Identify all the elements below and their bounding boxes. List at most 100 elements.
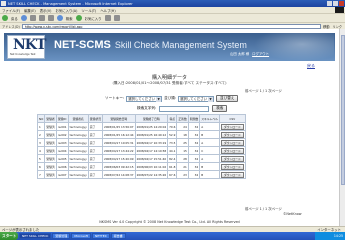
cell-correct: 21 bbox=[176, 162, 189, 171]
col-header-score: 得点 bbox=[167, 114, 178, 123]
scroll-thumb[interactable] bbox=[340, 35, 345, 185]
cell-end: 2008/04/17 14:10:58 bbox=[134, 146, 169, 155]
links-button[interactable]: リンク bbox=[332, 24, 342, 29]
table-header-row: NO 受験者 受験ID 受験者名 受験状況 受験開始日時 受験終了日時 得点 正… bbox=[36, 114, 246, 123]
cell-score: 52.9 bbox=[167, 130, 178, 139]
window-controls bbox=[327, 1, 344, 6]
sort-key-select[interactable]: 選択してください bbox=[126, 95, 163, 102]
cell-total: 34 bbox=[187, 170, 201, 179]
cell-csv: ダウンロード bbox=[218, 122, 246, 131]
minimize-icon[interactable] bbox=[327, 1, 332, 6]
taskbar-item[interactable]: 報告書 bbox=[110, 233, 126, 239]
col-header-id: 受験ID bbox=[55, 114, 69, 123]
cell-correct: 18 bbox=[176, 130, 189, 139]
back-link[interactable]: 戻る bbox=[307, 63, 315, 69]
user-info: 山田 太郎 様ログアウト bbox=[230, 51, 269, 56]
table-row: 4 受験済 nu004 technologyy 完了 2008/04/17 13:44:2… bbox=[36, 146, 246, 155]
maximize-icon[interactable] bbox=[333, 1, 338, 6]
menu-edit[interactable]: 編集(E) bbox=[24, 8, 36, 13]
cell-total: 34 bbox=[187, 146, 201, 155]
cell-start: 2008/07/22 14:08:37 bbox=[101, 170, 136, 179]
cell-total: 34 bbox=[187, 162, 201, 171]
cell-correct: 23 bbox=[176, 170, 189, 179]
download-button[interactable]: ダウンロード bbox=[220, 155, 244, 162]
download-button[interactable]: ダウンロード bbox=[220, 131, 244, 138]
cell-level: B bbox=[199, 130, 220, 139]
cell-end: 2008/01/25 16:40:12 bbox=[134, 130, 169, 139]
download-button[interactable]: ダウンロード bbox=[220, 139, 244, 146]
cell-no: 6 bbox=[36, 162, 46, 171]
app-brand: NET-SCMS Skill Check Management System bbox=[54, 39, 247, 51]
col-header-level: スキルレベル bbox=[199, 114, 220, 123]
search-label[interactable]: 検索 bbox=[66, 16, 73, 21]
cell-state: 完了 bbox=[87, 122, 103, 131]
sort-order-select[interactable]: 選択してください bbox=[178, 95, 215, 102]
cell-score: 73.5 bbox=[167, 138, 178, 147]
refresh-icon[interactable] bbox=[38, 15, 45, 21]
menu-help[interactable]: ヘルプ(H) bbox=[100, 8, 115, 13]
search-icon[interactable] bbox=[56, 15, 63, 21]
menu-tools[interactable]: ツール(T) bbox=[81, 8, 96, 13]
cell-id: nu001 bbox=[55, 122, 69, 131]
download-button[interactable]: ダウンロード bbox=[220, 123, 244, 130]
home-icon[interactable] bbox=[47, 15, 54, 21]
search-label: 検索文字列: bbox=[137, 106, 157, 110]
cell-status: 受験済 bbox=[44, 162, 57, 171]
menu-favorites[interactable]: お気に入り(A) bbox=[56, 8, 78, 13]
sort-button[interactable]: 並び替え bbox=[216, 95, 239, 102]
menu-file[interactable]: ファイル(F) bbox=[2, 8, 20, 13]
taskbar-item[interactable]: 受験管理 bbox=[52, 233, 71, 239]
cell-score: 82.4 bbox=[167, 154, 178, 163]
pager-top[interactable]: 前ページ 1 / 1 次ページ bbox=[245, 88, 282, 93]
cell-name: technologyy bbox=[67, 138, 89, 147]
taskbar-item[interactable]: NET SKILL CHECK bbox=[19, 233, 52, 239]
cell-correct: 15 bbox=[176, 146, 189, 155]
vertical-scrollbar[interactable] bbox=[339, 29, 345, 226]
cell-status: 受験済 bbox=[44, 146, 57, 155]
download-button[interactable]: ダウンロード bbox=[220, 171, 244, 178]
mail-icon[interactable] bbox=[104, 15, 111, 21]
logout-link[interactable]: ログアウト bbox=[252, 52, 269, 56]
cell-csv: ダウンロード bbox=[218, 138, 246, 147]
pager-bottom[interactable]: 前ページ 1 / 1 次ページ bbox=[245, 206, 282, 211]
cell-status: 受験済 bbox=[44, 170, 57, 179]
copyright: NKSMS Ver 4.0 Copyright © 2008 Net Knowl… bbox=[99, 220, 240, 224]
print-icon[interactable] bbox=[113, 15, 120, 21]
col-header-name: 受験者名 bbox=[67, 114, 89, 123]
taskbar-item[interactable]: Microsoft bbox=[71, 233, 91, 239]
menu-view[interactable]: 表示(V) bbox=[40, 8, 52, 13]
download-button[interactable]: ダウンロード bbox=[220, 147, 244, 154]
app-header: NKT Net Knowledge Test NET-SCMS Skill Che… bbox=[4, 33, 335, 61]
search-condition: (購入日:2008/01/01～2008/07/31 受検者:すべて ステータス… bbox=[112, 81, 227, 85]
cell-start: 2008/06/03 09:42:15 bbox=[101, 162, 136, 171]
close-icon[interactable] bbox=[339, 1, 344, 6]
stop-icon[interactable] bbox=[29, 15, 36, 21]
col-header-no: NO bbox=[36, 114, 46, 123]
cell-state: 完了 bbox=[87, 154, 103, 163]
download-button[interactable]: ダウンロード bbox=[220, 163, 244, 170]
cell-csv: ダウンロード bbox=[218, 154, 246, 163]
taskbar-item[interactable]: NETTEX bbox=[91, 233, 110, 239]
table-row: 2 受験済 nu002 technologyy 完了 2008/01/25 16:12:4… bbox=[36, 130, 246, 139]
address-input[interactable]: http://www.x-skc.com/report/list.asp bbox=[21, 23, 322, 29]
title-bar: NET SKILL CHECK - Management System - Mi… bbox=[0, 0, 345, 7]
cell-score: 44.1 bbox=[167, 146, 178, 155]
cell-start: 2008/04/17 13:44:22 bbox=[101, 146, 136, 155]
go-button[interactable]: 移動 bbox=[323, 24, 329, 29]
cell-no: 7 bbox=[36, 170, 46, 179]
favorites-label[interactable]: お気に入り bbox=[85, 16, 102, 21]
favorites-icon[interactable] bbox=[75, 15, 82, 21]
nkt-logo: NKT Net Knowledge Test bbox=[7, 35, 46, 59]
back-icon[interactable] bbox=[2, 15, 8, 21]
start-button[interactable]: スタート bbox=[0, 232, 18, 240]
cell-level: A bbox=[199, 138, 220, 147]
forward-icon[interactable] bbox=[20, 15, 27, 21]
browser-window: NET SKILL CHECK - Management System - Mi… bbox=[0, 0, 345, 240]
table-row: 3 受験済 nu003 technologyy 完了 2008/04/17 10:05:3… bbox=[36, 138, 246, 147]
search-button[interactable]: 検索 bbox=[212, 105, 228, 112]
search-input[interactable] bbox=[159, 105, 210, 112]
back-label[interactable]: 戻る bbox=[11, 16, 18, 21]
cell-id: nu002 bbox=[55, 130, 69, 139]
cell-no: 4 bbox=[36, 146, 46, 155]
window-title: NET SKILL CHECK - Management System - Mi… bbox=[8, 1, 133, 6]
